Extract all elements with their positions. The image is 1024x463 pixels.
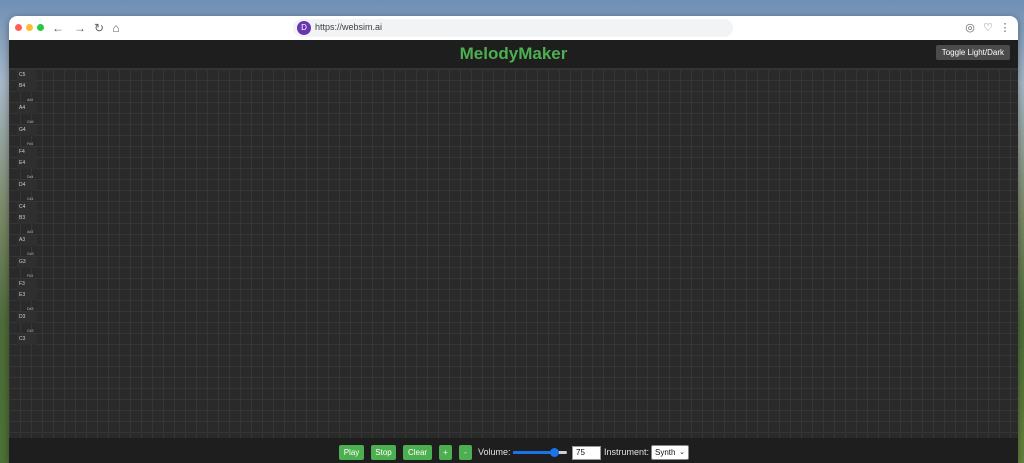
piano-key[interactable]: G3 bbox=[17, 257, 37, 268]
piano-key[interactable]: D4 bbox=[17, 180, 37, 191]
volume-slider-fill bbox=[513, 451, 554, 454]
piano-key[interactable]: A#4 bbox=[17, 92, 37, 103]
piano-key-label: D4 bbox=[19, 182, 26, 188]
reload-icon[interactable]: ↻ bbox=[91, 20, 107, 36]
address-bar[interactable]: D https://websim.ai bbox=[293, 19, 733, 37]
piano-key[interactable]: B3 bbox=[17, 213, 37, 224]
more-icon[interactable]: ⋮ bbox=[997, 20, 1013, 36]
volume-label: Volume: bbox=[478, 447, 511, 457]
piano-key-label: A3 bbox=[19, 237, 26, 243]
instrument-selected-value: Synth bbox=[655, 448, 676, 457]
note-grid[interactable]: C5 B4 A#4 A4 G#4 G4 F#4 F4 E4 D#4 D4 C#4 C4 B3 A#3 A3 G#… bbox=[9, 68, 1018, 438]
piano-key[interactable]: C5 bbox=[17, 70, 37, 81]
chevron-down-icon: ⌄ bbox=[679, 449, 685, 456]
piano-key[interactable]: A4 bbox=[17, 103, 37, 114]
instrument-label: Instrument: bbox=[604, 447, 650, 457]
piano-key[interactable]: F4 bbox=[17, 147, 37, 158]
piano-key[interactable]: D#3 bbox=[17, 301, 37, 312]
browser-toolbar: ← → ↻ ⌂ D https://websim.ai ◎ ♡ ⋮ bbox=[9, 16, 1018, 41]
maximize-window-button[interactable] bbox=[37, 24, 44, 31]
app-header: MelodyMaker Toggle Light/Dark bbox=[9, 40, 1018, 67]
piano-key[interactable]: C#4 bbox=[17, 191, 37, 202]
control-bar: Play Stop Clear + - Volume: 75 Instrumen… bbox=[9, 438, 1018, 463]
piano-key[interactable]: E4 bbox=[17, 158, 37, 169]
piano-key-label: B4 bbox=[19, 83, 26, 89]
minimize-window-button[interactable] bbox=[26, 24, 33, 31]
piano-key[interactable]: C3 bbox=[17, 334, 37, 345]
heart-icon[interactable]: ♡ bbox=[980, 20, 996, 36]
app-title: MelodyMaker bbox=[459, 44, 568, 63]
instrument-select[interactable]: Synth ⌄ bbox=[651, 445, 689, 460]
url-text[interactable]: https://websim.ai bbox=[315, 22, 382, 32]
piano-key[interactable]: G#4 bbox=[17, 114, 37, 125]
extension-icon[interactable]: ◎ bbox=[962, 20, 978, 36]
piano-key[interactable]: E3 bbox=[17, 290, 37, 301]
piano-key[interactable]: F#4 bbox=[17, 136, 37, 147]
piano-key[interactable]: G#3 bbox=[17, 246, 37, 257]
home-icon[interactable]: ⌂ bbox=[108, 20, 124, 36]
volume-slider-thumb[interactable] bbox=[549, 448, 559, 457]
piano-key[interactable]: A3 bbox=[17, 235, 37, 246]
stop-button[interactable]: Stop bbox=[371, 445, 396, 460]
piano-key-label: F4 bbox=[19, 149, 25, 155]
piano-key-label: G3 bbox=[19, 259, 26, 265]
volume-slider[interactable] bbox=[513, 448, 567, 457]
piano-key-label: E3 bbox=[19, 292, 26, 298]
piano-key[interactable]: G4 bbox=[17, 125, 37, 136]
piano-key[interactable]: C#3 bbox=[17, 323, 37, 334]
piano-key-label: G4 bbox=[19, 127, 26, 133]
piano-key-label: E4 bbox=[19, 160, 26, 166]
volume-value-input[interactable]: 75 bbox=[572, 446, 601, 460]
site-favicon: D bbox=[297, 21, 311, 35]
piano-key[interactable]: F3 bbox=[17, 279, 37, 290]
toggle-theme-button[interactable]: Toggle Light/Dark bbox=[935, 45, 1010, 60]
piano-key[interactable]: A#3 bbox=[17, 224, 37, 235]
remove-button[interactable]: - bbox=[459, 445, 472, 460]
piano-key-label: C5 bbox=[19, 72, 26, 78]
close-window-button[interactable] bbox=[15, 24, 22, 31]
piano-key-label: A4 bbox=[19, 105, 26, 111]
piano-key-label: F3 bbox=[19, 281, 25, 287]
clear-button[interactable]: Clear bbox=[403, 445, 432, 460]
piano-key[interactable]: F#3 bbox=[17, 268, 37, 279]
melodymaker-app: MelodyMaker Toggle Light/Dark C5 B4 A#4 A4 G… bbox=[9, 40, 1018, 463]
piano-keyboard: C5 B4 A#4 A4 G#4 G4 F#4 F4 E4 D#4 D4 C#4 C4 B3 A#3 A3 G#… bbox=[17, 70, 37, 345]
browser-window: ← → ↻ ⌂ D https://websim.ai ◎ ♡ ⋮ Melody… bbox=[9, 16, 1018, 463]
piano-key-label: C3 bbox=[19, 336, 26, 342]
add-button[interactable]: + bbox=[439, 445, 452, 460]
piano-key[interactable]: D#4 bbox=[17, 169, 37, 180]
play-button[interactable]: Play bbox=[339, 445, 364, 460]
piano-key-label: D3 bbox=[19, 314, 26, 320]
piano-key-label: B3 bbox=[19, 215, 26, 221]
back-icon[interactable]: ← bbox=[50, 20, 66, 36]
piano-key-label: C4 bbox=[19, 204, 26, 210]
piano-key[interactable]: C4 bbox=[17, 202, 37, 213]
piano-key[interactable]: D3 bbox=[17, 312, 37, 323]
forward-icon[interactable]: → bbox=[72, 20, 88, 36]
piano-key[interactable]: B4 bbox=[17, 81, 37, 92]
